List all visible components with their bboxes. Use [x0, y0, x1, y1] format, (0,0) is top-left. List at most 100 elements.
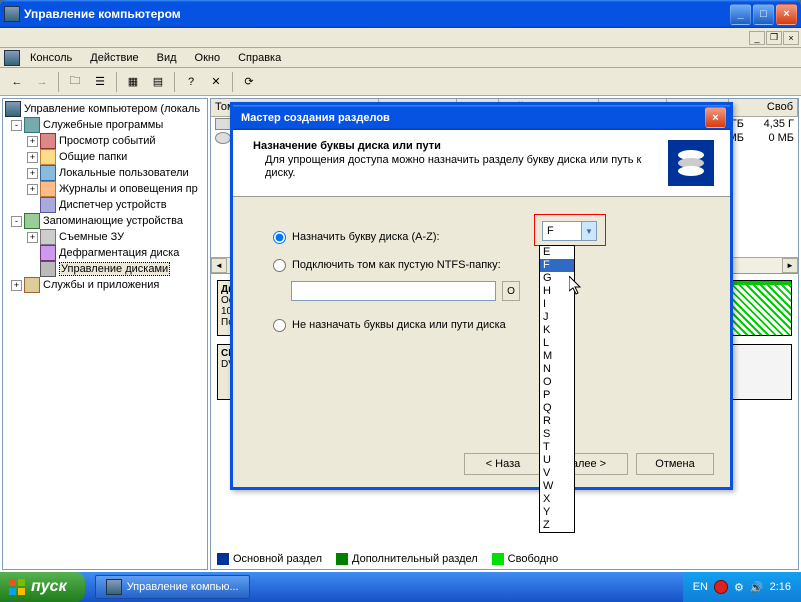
scroll-left-icon[interactable]: ◄ [211, 258, 227, 273]
maximize-button[interactable]: □ [753, 4, 774, 25]
drive-option[interactable]: W [540, 480, 574, 493]
collapse-icon[interactable]: - [11, 120, 22, 131]
back-icon[interactable]: ← [6, 71, 28, 93]
tree-removable[interactable]: Съемные ЗУ [59, 231, 124, 243]
tree-systools[interactable]: Служебные программы [43, 119, 163, 131]
expand-icon[interactable]: + [27, 232, 38, 243]
browse-button[interactable]: О [502, 281, 520, 301]
tree-perf[interactable]: Журналы и оповещения пр [59, 183, 198, 195]
drive-option[interactable]: K [540, 324, 574, 337]
expand-icon[interactable]: + [27, 152, 38, 163]
tree-services[interactable]: Службы и приложения [43, 279, 159, 291]
col-free[interactable]: Своб [729, 99, 798, 116]
forward-icon[interactable]: → [31, 71, 53, 93]
diskmgmt-icon [40, 261, 56, 277]
up-icon[interactable]: 🗀 [64, 71, 86, 93]
collapse-icon[interactable]: - [11, 216, 22, 227]
tray-icon[interactable]: ⚙ [734, 581, 744, 594]
close-button[interactable]: × [776, 4, 797, 25]
tree-diskmgmt[interactable]: Управление дисками [59, 262, 170, 276]
tree-devmgr[interactable]: Диспетчер устройств [59, 199, 167, 211]
drive-option[interactable]: P [540, 389, 574, 402]
drive-option[interactable]: R [540, 415, 574, 428]
mdi-minimize[interactable]: _ [749, 31, 765, 45]
mount-folder-radio[interactable] [273, 259, 286, 272]
wizard-titlebar: Мастер создания разделов × [233, 105, 730, 130]
tree-defrag[interactable]: Дефрагментация диска [59, 247, 179, 259]
drive-option[interactable]: F [540, 259, 574, 272]
tree-eventviewer[interactable]: Просмотр событий [59, 135, 156, 147]
tree-shared[interactable]: Общие папки [59, 151, 127, 163]
drive-option[interactable]: L [540, 337, 574, 350]
task-button[interactable]: Управление компью... [95, 575, 250, 599]
drive-option[interactable]: E [540, 246, 574, 259]
scroll-right-icon[interactable]: ► [782, 258, 798, 273]
refresh-icon[interactable]: ⟳ [238, 71, 260, 93]
tree-panel: Управление компьютером (локаль - Служебны… [2, 98, 208, 570]
drive-option[interactable]: M [540, 350, 574, 363]
menu-help[interactable]: Справка [230, 50, 289, 66]
back-button[interactable]: < Наза [464, 453, 542, 475]
drive-option[interactable]: H [540, 285, 574, 298]
event-viewer-icon [40, 133, 56, 149]
mdi-close[interactable]: × [783, 31, 799, 45]
wizard-title: Мастер создания разделов [237, 112, 705, 124]
drive-option[interactable]: Q [540, 402, 574, 415]
task-icon [106, 579, 122, 595]
drive-option[interactable]: N [540, 363, 574, 376]
mdi-restore[interactable]: ❐ [766, 31, 782, 45]
disks-icon [668, 140, 714, 186]
drive-option[interactable]: Z [540, 519, 574, 532]
security-icon[interactable] [714, 580, 728, 594]
tree-root[interactable]: Управление компьютером (локаль [24, 103, 200, 115]
delete-icon[interactable]: ✕ [205, 71, 227, 93]
drive-option[interactable]: G [540, 272, 574, 285]
drive-option[interactable]: S [540, 428, 574, 441]
window-titlebar: Управление компьютером _ □ × [0, 0, 801, 28]
tray-icon[interactable]: 🔊 [750, 581, 764, 594]
tree-users[interactable]: Локальные пользователи [59, 167, 189, 179]
no-letter-radio[interactable] [273, 319, 286, 332]
windows-logo-icon [8, 578, 26, 596]
start-button[interactable]: пуск [0, 572, 85, 602]
tree-storage[interactable]: Запоминающие устройства [43, 215, 183, 227]
menu-console[interactable]: Консоль [22, 50, 80, 66]
drive-option[interactable]: O [540, 376, 574, 389]
wizard-close-button[interactable]: × [705, 107, 726, 128]
list-icon[interactable]: ▤ [147, 71, 169, 93]
menu-view[interactable]: Вид [149, 50, 185, 66]
expand-icon[interactable]: + [27, 184, 38, 195]
drive-option[interactable]: J [540, 311, 574, 324]
services-icon [24, 277, 40, 293]
drive-option[interactable]: V [540, 467, 574, 480]
cancel-button[interactable]: Отмена [636, 453, 714, 475]
menu-action[interactable]: Действие [82, 50, 146, 66]
menu-window[interactable]: Окно [187, 50, 229, 66]
clock[interactable]: 2:16 [770, 581, 791, 593]
expand-icon[interactable]: + [27, 168, 38, 179]
perf-icon [40, 181, 56, 197]
drive-option[interactable]: T [540, 441, 574, 454]
language-indicator[interactable]: EN [693, 581, 708, 593]
wizard-subheading: Для упрощения доступа можно назначить ра… [253, 154, 668, 180]
drive-letter-dropdown[interactable]: EFGHIJKLMNOPQRSTUVWXYZ [539, 245, 575, 533]
device-mgr-icon [40, 197, 56, 213]
drive-option[interactable]: I [540, 298, 574, 311]
legend-free-swatch [492, 553, 504, 565]
properties-icon[interactable]: ☰ [89, 71, 111, 93]
system-tray: EN ⚙ 🔊 2:16 [683, 572, 801, 602]
help-icon[interactable]: ? [180, 71, 202, 93]
views-icon[interactable]: ▦ [122, 71, 144, 93]
assign-letter-radio[interactable] [273, 231, 286, 244]
minimize-button[interactable]: _ [730, 4, 751, 25]
expand-icon[interactable]: + [27, 136, 38, 147]
drive-option[interactable]: X [540, 493, 574, 506]
folder-path-input[interactable] [291, 281, 496, 301]
drive-option[interactable]: U [540, 454, 574, 467]
users-icon [40, 165, 56, 181]
defrag-icon [40, 245, 56, 261]
drive-option[interactable]: Y [540, 506, 574, 519]
app-icon [4, 6, 20, 22]
expand-icon[interactable]: + [11, 280, 22, 291]
window-title: Управление компьютером [24, 7, 730, 21]
